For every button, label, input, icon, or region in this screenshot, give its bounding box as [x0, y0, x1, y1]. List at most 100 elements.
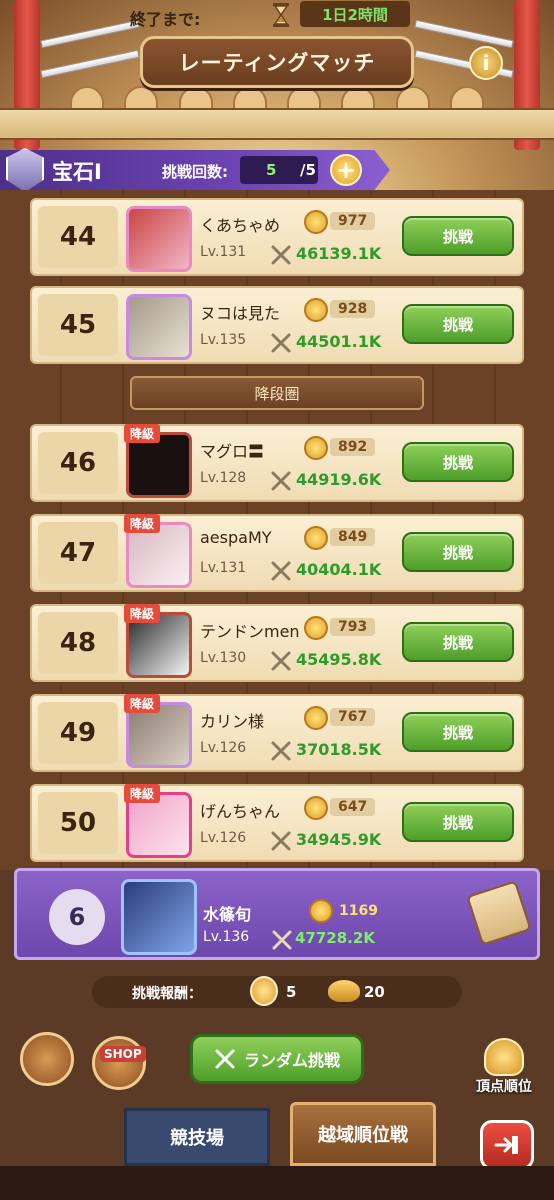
rating-score: 647 [330, 798, 376, 816]
challenge-button[interactable]: 挑戦 [402, 442, 514, 482]
rating-score: 849 [330, 528, 376, 546]
my-name: 水篠旬 [203, 905, 252, 924]
demote-tag: 降級 [124, 514, 161, 533]
exit-icon-button[interactable] [480, 1120, 534, 1170]
coin-icon [304, 526, 328, 550]
challenge-button[interactable]: 挑戦 [402, 622, 514, 662]
info-icon-button[interactable]: i [469, 46, 503, 80]
player-name: カリン様 [200, 712, 265, 731]
player-name: aespaMY [200, 528, 272, 547]
coin-icon [304, 706, 328, 730]
rank-number: 48 [38, 612, 118, 674]
swords-icon [215, 1049, 235, 1069]
tries-max: /5 [300, 161, 316, 179]
player-name: マグロ〓 [200, 442, 265, 461]
battle-log-scroll-icon[interactable] [466, 880, 532, 946]
player-level: Lv.128 [200, 470, 247, 486]
demote-tag: 降級 [124, 784, 161, 803]
demote-tag: 降級 [124, 604, 161, 623]
list-item: 44 くあちゃめ Lv.131 977 46139.1K 挑戦 [30, 198, 524, 276]
reward-label: 挑戦報酬： [132, 986, 202, 1002]
tries-label: 挑戦回数: [162, 163, 228, 181]
peak-rank-label[interactable]: 頂点順位 [476, 1076, 532, 1096]
rank-number: 45 [38, 294, 118, 356]
swords-icon [271, 245, 291, 265]
title-plate: レーティングマッチ [140, 36, 414, 88]
exit-icon [494, 1136, 518, 1154]
lamp-count: 20 [364, 983, 385, 1001]
player-level: Lv.126 [200, 830, 247, 846]
combat-power: 40404.1K [296, 560, 382, 579]
player-level: Lv.131 [200, 560, 247, 576]
my-combat-power: 47728.2K [295, 929, 375, 947]
combat-power: 37018.5K [296, 740, 382, 759]
challenge-button[interactable]: 挑戦 [402, 216, 514, 256]
demote-tag: 降級 [124, 694, 161, 713]
list-item: 47 降級 aespaMY Lv.131 849 40404.1K 挑戦 [30, 514, 524, 592]
rank-number: 50 [38, 792, 118, 854]
random-challenge-label: ランダム挑戦 [243, 1051, 340, 1070]
medal-icon [250, 976, 278, 1006]
hourglass-icon [273, 3, 289, 27]
treasure-chest-button[interactable] [20, 1032, 74, 1086]
my-rank-row: 6 水篠旬 Lv.136 1169 47728.2K [14, 868, 540, 960]
player-level: Lv.131 [200, 244, 247, 260]
my-level: Lv.136 [203, 929, 250, 945]
demote-tag: 降級 [124, 424, 161, 443]
challenge-button[interactable]: 挑戦 [402, 802, 514, 842]
list-item: 45 ヌコは見た Lv.135 928 44501.1K 挑戦 [30, 286, 524, 364]
timer-label: 終了まで: [130, 10, 201, 29]
list-item: 46 降級 マグロ〓 Lv.128 892 44919.6K 挑戦 [30, 424, 524, 502]
challenge-button[interactable]: 挑戦 [402, 532, 514, 572]
avatar[interactable] [126, 206, 192, 272]
player-level: Lv.135 [200, 332, 247, 348]
trophy-icon-button[interactable] [484, 1038, 524, 1076]
magic-lamp-icon [328, 980, 360, 1002]
list-item: 50 降級 げんちゃん Lv.126 647 34945.9K 挑戦 [30, 784, 524, 862]
demotion-zone-divider: 降段圏 [130, 376, 424, 410]
combat-power: 45495.8K [296, 650, 382, 669]
challenge-button[interactable]: 挑戦 [402, 304, 514, 344]
challenge-button[interactable]: 挑戦 [402, 712, 514, 752]
random-challenge-button[interactable]: ランダム挑戦 [190, 1034, 364, 1084]
my-avatar[interactable] [121, 879, 197, 955]
page-title: レーティングマッチ [178, 51, 376, 75]
tier-name: 宝石Ⅰ [52, 160, 102, 184]
rating-score: 793 [330, 618, 376, 636]
bottom-strip [0, 1166, 554, 1200]
player-name: くあちゃめ [200, 216, 281, 235]
rank-number: 47 [38, 522, 118, 584]
rating-score: 977 [330, 212, 376, 230]
tab-cross-rank[interactable]: 越域順位戦 [290, 1102, 436, 1166]
rank-number: 46 [38, 432, 118, 494]
swords-icon [271, 471, 291, 491]
coin-icon [304, 436, 328, 460]
ring-rope [414, 19, 514, 49]
coin-icon [309, 899, 333, 923]
rating-score: 767 [330, 708, 376, 726]
swords-icon [271, 561, 291, 581]
rank-number: 49 [38, 702, 118, 764]
player-name: げんちゃん [200, 802, 281, 821]
tries-current: 5 [266, 161, 277, 179]
swords-icon [271, 831, 291, 851]
avatar[interactable] [126, 294, 192, 360]
swords-icon [272, 930, 292, 950]
coin-icon [304, 298, 328, 322]
add-tries-button[interactable]: + [330, 154, 362, 186]
player-level: Lv.130 [200, 650, 247, 666]
timer-value: 1日2時間 [300, 1, 410, 27]
timer-bar [0, 108, 554, 140]
coin-icon [304, 616, 328, 640]
list-item: 49 降級 カリン様 Lv.126 767 37018.5K 挑戦 [30, 694, 524, 772]
rank-number: 44 [38, 206, 118, 268]
list-item: 48 降級 テンドンmen Lv.130 793 45495.8K 挑戦 [30, 604, 524, 682]
opponent-list[interactable]: 44 くあちゃめ Lv.131 977 46139.1K 挑戦 45 ヌコは見た… [0, 190, 554, 870]
combat-power: 46139.1K [296, 244, 382, 263]
player-name: テンドンmen [200, 622, 300, 641]
rating-score: 928 [330, 300, 376, 318]
my-rank-number: 6 [49, 889, 105, 945]
shop-button[interactable] [92, 1036, 146, 1090]
ring-rope [40, 19, 140, 49]
tab-arena[interactable]: 競技場 [124, 1108, 270, 1166]
